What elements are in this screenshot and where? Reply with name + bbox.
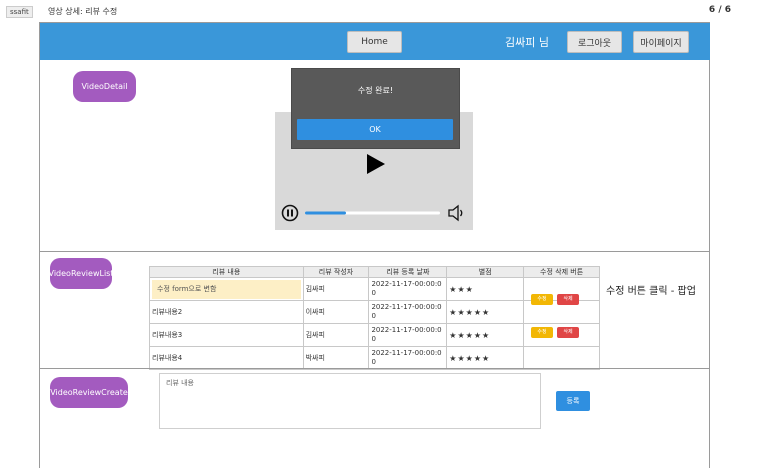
column-header: 리뷰 등록 날짜 [368, 266, 448, 278]
review-date: 2022-11-17-00:00:0 0 [368, 277, 447, 301]
column-header: 수정 삭제 버튼 [523, 266, 600, 278]
review-stars: ★★★★★ [446, 346, 524, 370]
review-content-edit-field[interactable]: 수정 form으로 변함 [149, 277, 304, 301]
review-author: 박싸피 [302, 346, 369, 370]
row-3-actions: 수정 삭제 [529, 318, 581, 338]
popup-message: 수정 완료! [357, 86, 394, 95]
row-1-actions: 수정 삭제 [529, 285, 581, 305]
review-actions [523, 346, 600, 370]
table-header-row: 리뷰 내용 리뷰 작성자 리뷰 등록 날짜 별점 수정 삭제 버튼 [149, 266, 600, 278]
section-divider [40, 251, 710, 252]
volume-icon[interactable] [447, 204, 465, 222]
submit-review-button[interactable]: 등록 [556, 391, 590, 411]
logout-button[interactable]: 로그아웃 [567, 31, 622, 53]
component-label-video-detail: VideoDetail [73, 71, 136, 102]
review-content: 리뷰내용3 [149, 323, 304, 347]
column-header: 리뷰 작성자 [302, 266, 370, 278]
pause-icon[interactable] [281, 204, 299, 222]
user-greeting: 김싸피 님 [505, 36, 549, 49]
edit-complete-popup: 수정 완료! OK [291, 68, 460, 149]
component-label-review-list: VideoReviewList [49, 258, 113, 289]
component-label-review-create: VideoReviewCreate [50, 377, 128, 408]
delete-button[interactable]: 삭제 [557, 294, 579, 305]
popup-ok-button[interactable]: OK [297, 119, 453, 140]
delete-button[interactable]: 삭제 [557, 327, 579, 338]
annotation-note: 수정 버튼 클릭 - 팝업 [606, 286, 696, 297]
review-stars: ★★★★★ [446, 323, 524, 347]
review-content: 리뷰내용4 [149, 346, 304, 370]
review-author: 김싸피 [302, 323, 369, 347]
review-input-placeholder: 리뷰 내용 [166, 379, 194, 387]
edit-button[interactable]: 수정 [531, 294, 553, 305]
page-counter: 6 / 6 [708, 5, 731, 15]
review-date: 2022-11-17-00:00:0 0 [368, 323, 447, 347]
mypage-button[interactable]: 마이페이지 [633, 31, 689, 53]
project-tag: ssafit [6, 6, 33, 18]
review-input[interactable]: 리뷰 내용 [159, 373, 541, 429]
section-divider [40, 368, 710, 369]
review-author: 김싸피 [302, 277, 369, 301]
column-header: 리뷰 내용 [149, 266, 304, 278]
review-stars: ★★★ [446, 277, 524, 301]
play-icon[interactable] [366, 154, 386, 174]
edit-button[interactable]: 수정 [531, 327, 553, 338]
review-stars: ★★★★★ [446, 300, 524, 324]
column-header: 별점 [446, 266, 525, 278]
review-author: 이싸피 [302, 300, 369, 324]
review-content: 리뷰내용2 [149, 300, 304, 324]
review-date: 2022-11-17-00:00:0 0 [368, 300, 447, 324]
home-button[interactable]: Home [347, 31, 402, 53]
review-date: 2022-11-17-00:00:0 0 [368, 346, 447, 370]
seek-bar[interactable] [305, 210, 440, 216]
page-title: 영상 상세: 리뷰 수정 [48, 7, 118, 16]
table-row: 리뷰내용4 박싸피 2022-11-17-00:00:0 0 ★★★★★ [149, 346, 600, 370]
